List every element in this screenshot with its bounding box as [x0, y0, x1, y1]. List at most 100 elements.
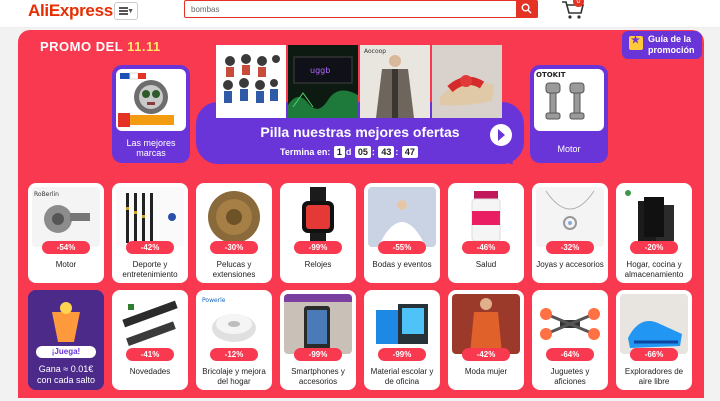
discount-badge: -55%	[378, 241, 426, 254]
svg-text:RoBerlin: RoBerlin	[34, 191, 59, 198]
timer-days: 1	[333, 146, 345, 158]
category-tile-watches[interactable]: -99% Relojes	[280, 183, 356, 283]
timer-days-unit: d	[345, 147, 352, 157]
category-tile-office[interactable]: -99% Material escolar y de oficina	[364, 290, 440, 390]
category-name: Joyas y accesorios	[536, 260, 604, 269]
motor-card-label: Motor	[557, 144, 581, 154]
category-name: Material escolar y de oficina	[370, 367, 434, 386]
tile-image	[368, 187, 436, 247]
timer-minutes: 43	[378, 146, 395, 158]
category-name: Moda mujer	[464, 367, 508, 376]
category-name: Pelucas y extensiones	[212, 260, 256, 279]
aliexpress-logo[interactable]: AliExpress	[28, 1, 113, 21]
featured-product-lights[interactable]: uggb	[288, 45, 358, 118]
svg-text:Powerle: Powerle	[202, 297, 226, 304]
category-name: Bricolaje y mejora del hogar	[202, 367, 266, 386]
discount-badge: -99%	[378, 348, 426, 361]
category-tile-toys[interactable]: -64% Juguetes y aficiones	[532, 290, 608, 390]
tile-image	[116, 187, 184, 247]
best-brands-image	[116, 69, 186, 131]
discount-badge: -42%	[126, 241, 174, 254]
game-reward-line1: Gana ≈ 0.01€	[38, 364, 94, 374]
tile-image: RoBerlin	[32, 187, 100, 247]
svg-text:Aocoop: Aocoop	[364, 48, 386, 55]
game-reward-line2: con cada salto	[36, 375, 96, 385]
tile-image	[452, 187, 520, 247]
promo-banner: PROMO DEL 11.11 Guía de la promoción Las…	[18, 30, 704, 173]
jump-game-tile[interactable]: ¡Juega! Gana ≈ 0.01€ con cada salto	[28, 290, 104, 390]
category-tile-health[interactable]: -46% Salud	[448, 183, 524, 283]
tile-image	[368, 294, 436, 354]
timer-hours: 05	[354, 146, 371, 158]
search-icon	[521, 3, 532, 14]
promo-title-text: PROMO DEL	[40, 39, 123, 54]
discount-badge: -54%	[42, 241, 90, 254]
search-button[interactable]	[516, 0, 538, 18]
category-tile-women-fashion[interactable]: -42% Moda mujer	[448, 290, 524, 390]
discount-badge: -20%	[630, 241, 678, 254]
discount-badge: -99%	[294, 348, 342, 361]
search-input[interactable]	[191, 3, 511, 16]
discount-badge: -41%	[126, 348, 174, 361]
featured-products-strip: uggb Aocoop	[216, 45, 504, 118]
tile-image	[620, 187, 688, 247]
category-name: Smartphones y accesorios	[291, 367, 345, 386]
promo-title: PROMO DEL 11.11	[40, 39, 161, 54]
category-tile-wigs[interactable]: -30% Pelucas y extensiones	[196, 183, 272, 283]
tile-image	[116, 294, 184, 354]
guide-icon	[629, 35, 643, 50]
category-name: Exploradores de aire libre	[624, 367, 684, 386]
category-name: Bodas y eventos	[372, 260, 432, 269]
categories-menu-button[interactable]: ▼	[114, 2, 138, 20]
category-tile-home[interactable]: -20% Hogar, cocina y almacenamiento	[616, 183, 692, 283]
category-name: Relojes	[304, 260, 332, 269]
chevron-down-icon: ▼	[127, 8, 134, 15]
category-name: Juguetes y aficiones	[550, 367, 590, 386]
discount-badge: -30%	[210, 241, 258, 254]
top-header: AliExpress ▼ 0	[0, 0, 720, 28]
game-reward-text: Gana ≈ 0.01€ con cada salto	[28, 364, 104, 386]
discount-badge: -12%	[210, 348, 258, 361]
best-brands-label: Las mejores marcas	[126, 138, 176, 158]
motor-card-image: OTOKIT	[534, 69, 604, 131]
discount-badge: -46%	[462, 241, 510, 254]
tile-image	[620, 294, 688, 354]
category-tile-sports[interactable]: -42% Deporte y entretenimiento	[112, 183, 188, 283]
motor-card[interactable]: OTOKIT Motor	[530, 65, 608, 163]
promo-title-number: 11.11	[127, 39, 161, 54]
tile-image	[200, 187, 268, 247]
category-tile-diy[interactable]: Powerle -12% Bricolaje y mejora del hoga…	[196, 290, 272, 390]
next-arrow-button[interactable]	[490, 124, 512, 146]
best-brands-card[interactable]: Las mejores marcas	[112, 65, 190, 163]
tile-image	[536, 187, 604, 247]
category-tile-jewelry[interactable]: -32% Joyas y accesorios	[532, 183, 608, 283]
discount-badge: -42%	[462, 348, 510, 361]
featured-product-figures[interactable]	[216, 45, 286, 118]
category-tile-motor[interactable]: RoBerlin -54% Motor	[28, 183, 104, 283]
promo-guide-button[interactable]: Guía de la promoción	[622, 31, 702, 59]
tile-image: Powerle	[200, 294, 268, 354]
category-name: Salud	[475, 260, 497, 269]
featured-product-sandals[interactable]	[432, 45, 502, 118]
timer-label: Termina en:	[280, 147, 331, 157]
discount-badge: -66%	[630, 348, 678, 361]
discount-badge: -99%	[294, 241, 342, 254]
category-tile-weddings[interactable]: -55% Bodas y eventos	[364, 183, 440, 283]
tile-image	[284, 294, 352, 354]
play-game-button[interactable]: ¡Juega!	[36, 346, 96, 358]
featured-product-coat[interactable]: Aocoop	[360, 45, 430, 118]
category-name: Hogar, cocina y almacenamiento	[624, 260, 684, 279]
svg-text:uggb: uggb	[310, 66, 330, 75]
discount-badge: -64%	[546, 348, 594, 361]
category-tile-outdoor[interactable]: -66% Exploradores de aire libre	[616, 290, 692, 390]
category-tile-new[interactable]: -41% Novedades	[112, 290, 188, 390]
category-tile-smartphones[interactable]: -99% Smartphones y accesorios	[280, 290, 356, 390]
category-name: Deporte y entretenimiento	[122, 260, 178, 279]
countdown-timer: Termina en: 1d 05: 43: 47	[280, 146, 419, 159]
chevron-right-icon	[498, 129, 505, 141]
category-name: Motor	[55, 260, 77, 269]
category-name: Novedades	[129, 367, 171, 376]
tile-image	[452, 294, 520, 354]
search-box	[184, 0, 538, 18]
discount-badge: -32%	[546, 241, 594, 254]
